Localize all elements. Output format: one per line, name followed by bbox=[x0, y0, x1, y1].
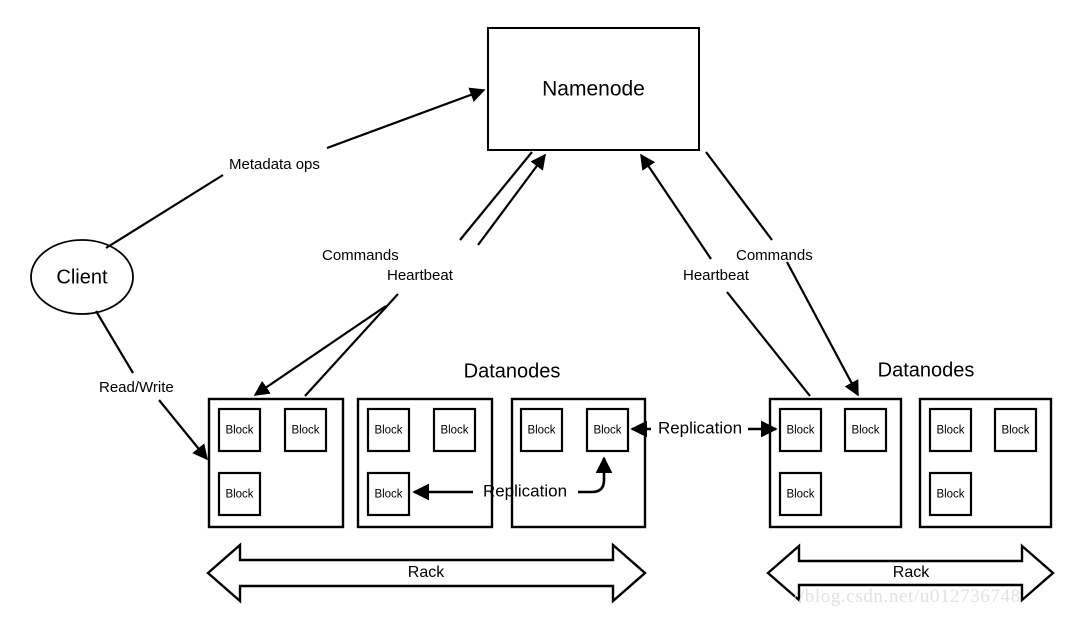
commands-left-line-b bbox=[253, 305, 387, 396]
block-label: Block bbox=[225, 489, 253, 501]
block-label: Block bbox=[851, 425, 879, 437]
diagram-canvas: Namenode Client Metadata ops Read/Write … bbox=[30, 27, 1055, 604]
commands-right-line-a bbox=[705, 151, 773, 241]
block-label: Block bbox=[440, 425, 468, 437]
heartbeat-left-label: Heartbeat bbox=[387, 267, 454, 284]
block-label: Block bbox=[593, 425, 621, 437]
metadata-ops-line-b bbox=[326, 87, 486, 150]
replication-lower-label: Replication bbox=[483, 481, 567, 500]
block-label: Block bbox=[936, 489, 964, 501]
replication-upper-label: Replication bbox=[658, 418, 742, 437]
rack-label-right: Rack bbox=[893, 564, 930, 581]
namenode-label: Namenode bbox=[542, 78, 645, 101]
block-label: Block bbox=[374, 489, 402, 501]
read-write-line-a bbox=[95, 310, 134, 374]
block-label: Block bbox=[291, 425, 319, 437]
block-label: Block bbox=[936, 425, 964, 437]
client-label: Client bbox=[56, 266, 108, 288]
heartbeat-right-label: Heartbeat bbox=[683, 267, 750, 284]
block-label: Block bbox=[786, 425, 814, 437]
heartbeat-left-line-b bbox=[477, 153, 546, 246]
block-label: Block bbox=[1001, 425, 1029, 437]
heartbeat-right-line-b bbox=[640, 153, 712, 260]
hdfs-architecture-diagram: Namenode Client Metadata ops Read/Write … bbox=[0, 0, 1070, 620]
block-label: Block bbox=[374, 425, 402, 437]
heartbeat-left-line-a bbox=[304, 293, 399, 397]
datanodes-label-left: Datanodes bbox=[464, 360, 561, 382]
watermark-text: //blog.csdn.net/u012736748 bbox=[793, 586, 1021, 607]
read-write-line-b bbox=[158, 399, 208, 461]
block-label: Block bbox=[786, 489, 814, 501]
commands-left-line-a bbox=[459, 151, 533, 241]
metadata-ops-line-a bbox=[105, 174, 224, 249]
block-label: Block bbox=[527, 425, 555, 437]
commands-left-label: Commands bbox=[322, 247, 399, 264]
datanodes-label-right: Datanodes bbox=[878, 359, 975, 381]
metadata-ops-label: Metadata ops bbox=[229, 156, 320, 173]
commands-right-line-b bbox=[786, 261, 859, 397]
commands-right-label: Commands bbox=[736, 247, 813, 264]
rack-label-left: Rack bbox=[408, 564, 445, 581]
block-label: Block bbox=[225, 425, 253, 437]
read-write-label: Read/Write bbox=[99, 379, 174, 396]
heartbeat-right-line-a bbox=[726, 291, 811, 397]
